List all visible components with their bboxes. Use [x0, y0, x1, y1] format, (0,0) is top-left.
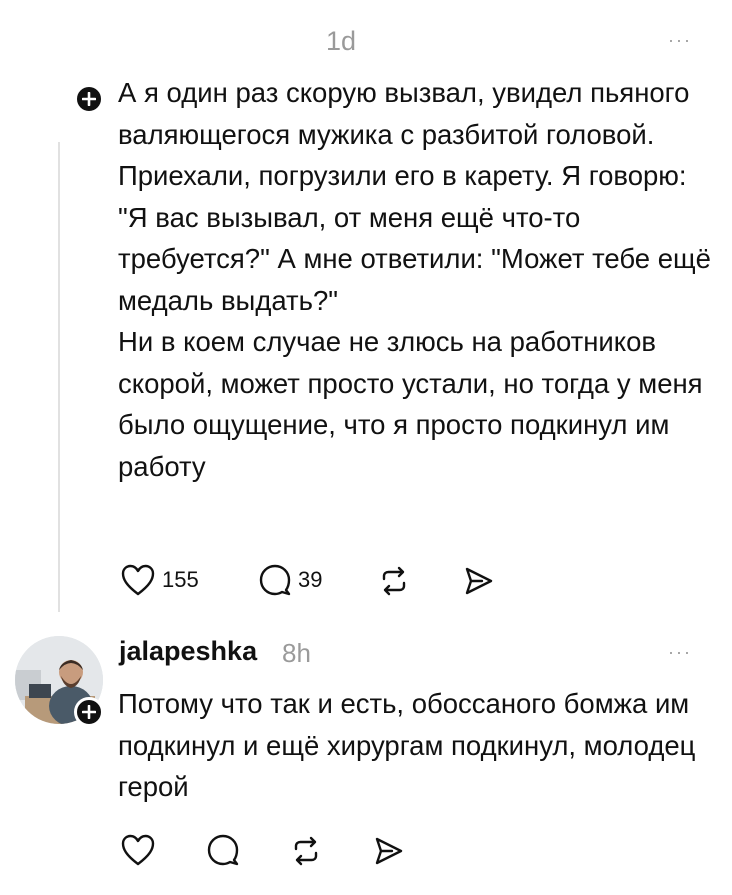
post2-text: Потому что так и есть, обоссаного бомжа …: [118, 688, 696, 802]
reply-button[interactable]: [206, 833, 240, 872]
post1-more-button[interactable]: ···: [668, 30, 692, 51]
like-button[interactable]: [120, 833, 156, 872]
post2-timestamp: 8h: [282, 638, 311, 668]
username[interactable]: jalapeshka: [119, 636, 257, 667]
comment-icon: [207, 834, 239, 866]
share-button[interactable]: [372, 835, 404, 872]
follow-plus-icon[interactable]: [74, 697, 104, 727]
send-icon: [375, 837, 403, 865]
reply-count: 39: [298, 567, 323, 592]
thread-line: [58, 142, 60, 612]
share-button[interactable]: [462, 565, 494, 602]
repost-button[interactable]: [290, 835, 322, 872]
post1-text: А я один раз скорую вызвал, увидел пьяно…: [118, 77, 711, 482]
post1-timestamp: 1d: [326, 26, 357, 56]
reply-button[interactable]: 39: [258, 563, 322, 597]
repost-icon: [382, 566, 406, 596]
repost-icon: [294, 836, 318, 866]
comment-icon: [259, 564, 291, 596]
heart-icon: [121, 834, 155, 866]
heart-icon: [121, 564, 155, 596]
send-icon: [465, 567, 493, 595]
like-count: 155: [162, 567, 199, 592]
like-button[interactable]: 155: [120, 563, 199, 597]
follow-plus-icon[interactable]: [74, 84, 104, 114]
post2-more-button[interactable]: ···: [668, 642, 692, 663]
repost-button[interactable]: [378, 565, 410, 602]
